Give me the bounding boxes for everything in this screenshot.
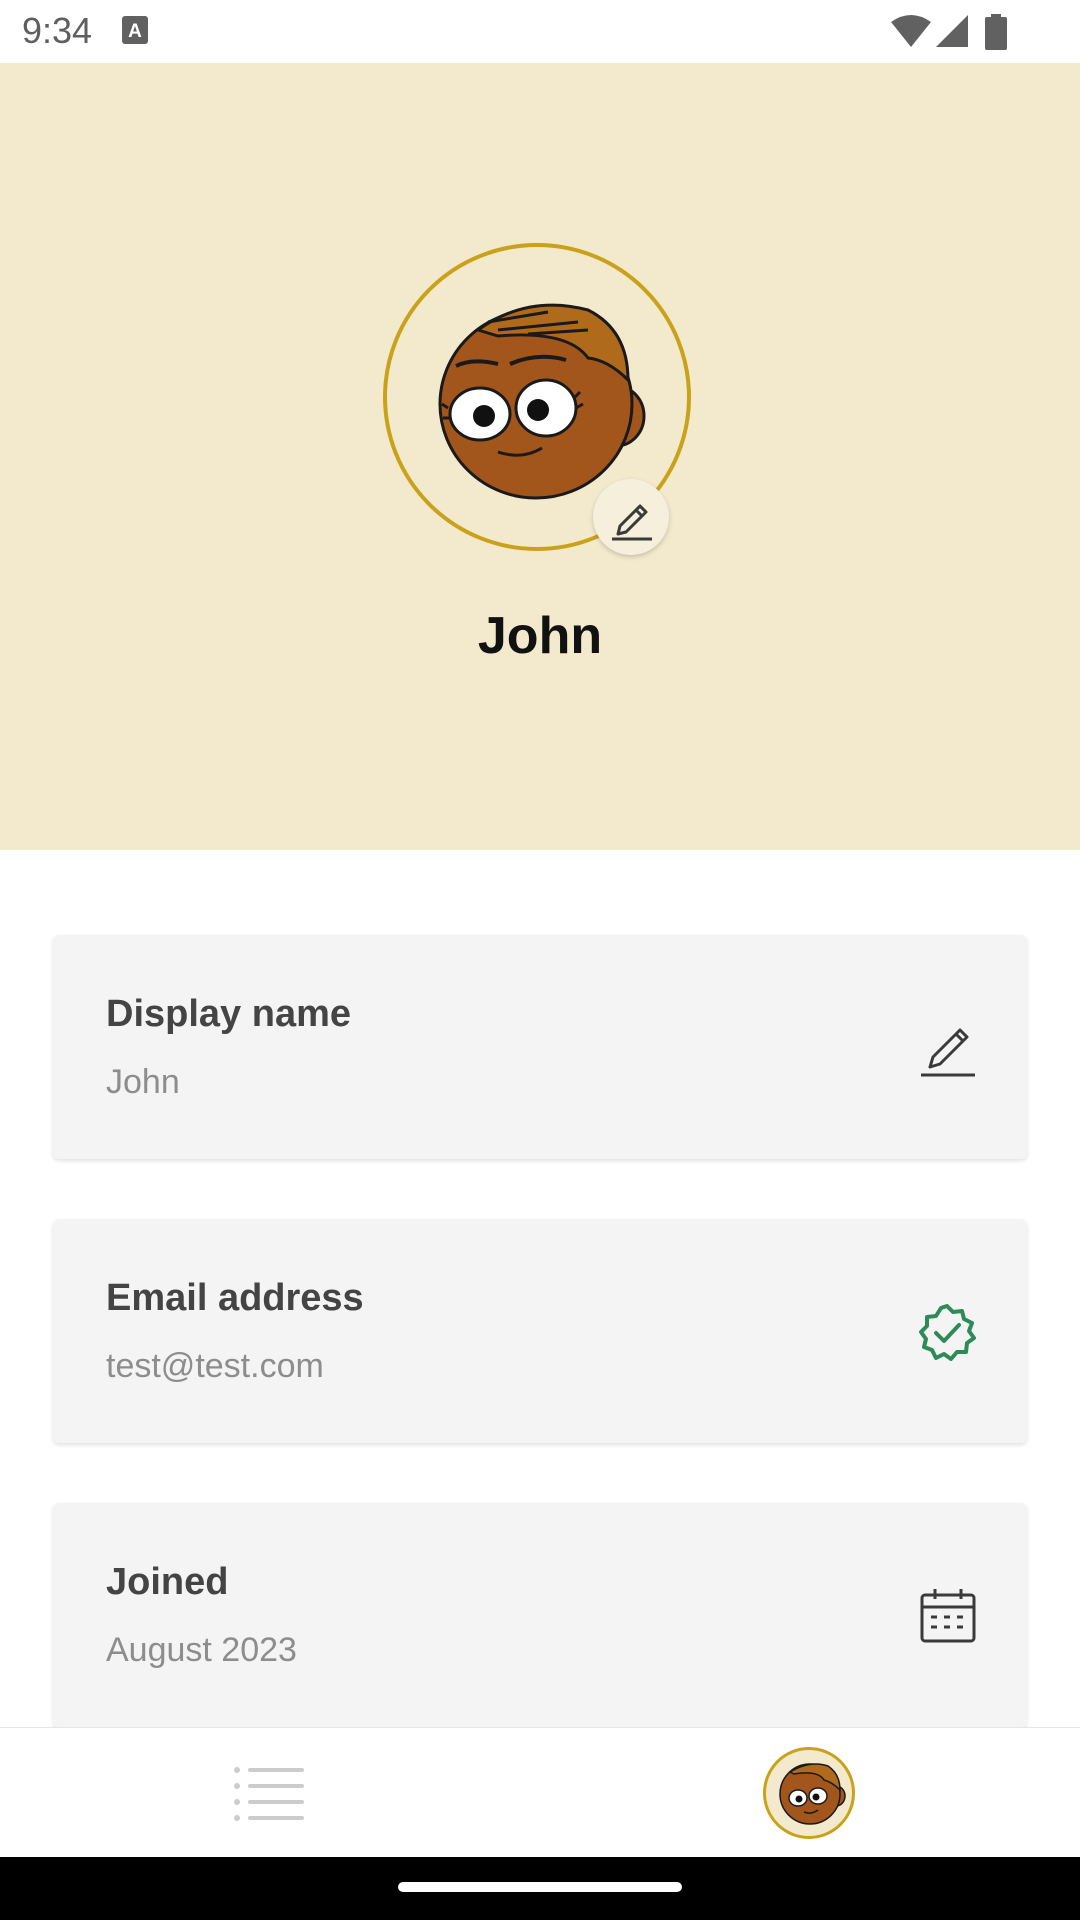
calendar-icon: [920, 1589, 976, 1643]
card-label: Display name: [106, 993, 351, 1035]
verified-badge-icon: [919, 1304, 976, 1361]
signal-icon: [936, 15, 968, 47]
pencil-icon[interactable]: [919, 1019, 977, 1077]
status-bar: 9:34 A: [0, 0, 1080, 63]
wifi-icon: [891, 15, 931, 47]
status-time: 9:34: [22, 10, 93, 51]
card-value: John: [106, 1063, 180, 1101]
card-label: Email address: [106, 1277, 364, 1319]
card-value: test@test.com: [106, 1347, 324, 1385]
edit-avatar-button[interactable]: [593, 479, 669, 555]
list-icon[interactable]: [234, 1766, 306, 1822]
home-indicator[interactable]: [398, 1882, 682, 1892]
card-label: Joined: [106, 1561, 229, 1603]
keyboard-a-icon: A: [122, 16, 148, 44]
bottom-navigation: [0, 1727, 1080, 1858]
battery-icon: [985, 14, 1007, 50]
profile-avatar-nav-button[interactable]: [763, 1747, 855, 1839]
display-name-card[interactable]: Display name John: [53, 935, 1027, 1159]
joined-card: Joined August 2023: [53, 1503, 1027, 1727]
svg-text:A: A: [128, 21, 142, 42]
pencil-icon: [612, 504, 652, 541]
email-card: Email address test@test.com: [53, 1219, 1027, 1443]
card-value: August 2023: [106, 1631, 297, 1669]
profile-name: John: [477, 607, 603, 665]
avatar-icon: [779, 1763, 846, 1825]
avatar-icon[interactable]: [438, 300, 650, 500]
